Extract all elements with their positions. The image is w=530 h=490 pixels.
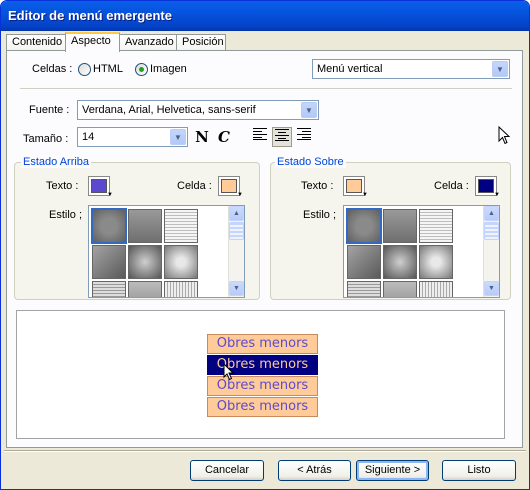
font-value: Verdana, Arial, Helvetica, sans-serif	[82, 104, 256, 116]
vertical-scrollbar[interactable]: ▲ ▼	[483, 206, 499, 297]
style-swatch[interactable]	[347, 281, 381, 297]
cells-image-radio[interactable]	[135, 63, 148, 76]
color-fill	[346, 179, 362, 193]
state-over-cell-label: Celda :	[434, 180, 469, 192]
menu-type-select[interactable]: Menú vertical ▼	[312, 59, 510, 79]
style-swatch[interactable]	[419, 245, 453, 279]
bold-button[interactable]: N	[192, 127, 212, 147]
style-swatch[interactable]	[383, 209, 417, 243]
state-over-style-label: Estilo ;	[303, 209, 337, 221]
mouse-cursor-icon	[223, 363, 235, 381]
style-swatch[interactable]	[164, 245, 198, 279]
mouse-pointer-icon	[498, 126, 511, 145]
caret-down-icon: ▼	[107, 192, 113, 198]
tab-posicion[interactable]: Posición	[176, 34, 226, 51]
style-swatch[interactable]	[164, 281, 198, 297]
footer-divider	[4, 450, 526, 452]
align-left-icon[interactable]	[250, 127, 270, 147]
state-over-text-label: Texto :	[301, 180, 334, 192]
style-swatch[interactable]	[383, 245, 417, 279]
state-up-text-label: Texto :	[46, 180, 79, 192]
state-up-cell-label: Celda :	[177, 180, 212, 192]
cells-html-label[interactable]: HTML	[93, 63, 123, 75]
state-up-legend: Estado Arriba	[21, 156, 92, 168]
cells-html-radio[interactable]	[78, 63, 91, 76]
tab-contenido[interactable]: Contenido	[6, 34, 66, 51]
state-over-cell-color-swatch[interactable]: ▼	[475, 176, 500, 198]
caret-down-icon: ▼	[237, 192, 243, 198]
chevron-down-icon[interactable]: ▼	[492, 61, 508, 77]
italic-button[interactable]: C	[214, 127, 234, 147]
vertical-scrollbar[interactable]: ▲ ▼	[228, 206, 244, 297]
align-right-icon[interactable]	[294, 127, 314, 147]
state-up-cell-color-swatch[interactable]: ▼	[218, 176, 243, 198]
state-up-text-color-swatch[interactable]: ▼	[88, 176, 113, 198]
preview-menu-item[interactable]: Obres menors	[207, 397, 318, 417]
style-swatch[interactable]	[164, 209, 198, 243]
color-fill	[478, 179, 494, 193]
style-swatch[interactable]	[128, 245, 162, 279]
scroll-up-icon[interactable]: ▲	[484, 206, 499, 221]
align-center-icon[interactable]	[272, 127, 292, 147]
chevron-down-icon[interactable]: ▼	[170, 129, 186, 145]
state-up-style-label: Estilo ;	[49, 209, 83, 221]
tab-avanzado[interactable]: Avanzado	[119, 34, 177, 51]
size-value: 14	[82, 131, 95, 143]
size-label: Tamaño :	[23, 133, 69, 145]
state-over-legend: Estado Sobre	[275, 156, 346, 168]
cancel-button[interactable]: Cancelar	[190, 460, 264, 481]
style-swatch[interactable]	[419, 209, 453, 243]
style-swatch[interactable]	[128, 281, 162, 297]
finish-button[interactable]: Listo	[442, 460, 516, 481]
scroll-thumb[interactable]	[484, 222, 499, 240]
scroll-down-icon[interactable]: ▼	[484, 281, 499, 296]
menu-type-value: Menú vertical	[317, 63, 383, 75]
caret-down-icon: ▼	[362, 192, 368, 198]
back-button[interactable]: < Atrás	[278, 460, 351, 481]
state-over-style-list[interactable]: ▲ ▼	[343, 205, 500, 298]
popup-menu-editor-dialog: Editor de menú emergente Contenido Aspec…	[0, 0, 530, 490]
style-swatch[interactable]	[92, 245, 126, 279]
style-swatch[interactable]	[383, 281, 417, 297]
font-select[interactable]: Verdana, Arial, Helvetica, sans-serif ▼	[77, 100, 319, 120]
title-bar: Editor de menú emergente	[1, 1, 529, 31]
style-swatch[interactable]	[419, 281, 453, 297]
style-swatch[interactable]	[347, 245, 381, 279]
scroll-down-icon[interactable]: ▼	[229, 281, 244, 296]
state-up-group: Estado Arriba Texto : ▼ Celda : ▼ Estilo…	[14, 156, 260, 300]
style-swatch[interactable]	[92, 281, 126, 297]
color-fill	[221, 179, 237, 193]
color-fill	[91, 179, 107, 193]
menu-preview: Obres menors Obres menors Obres menors O…	[16, 310, 505, 439]
state-over-group: Estado Sobre Texto : ▼ Celda : ▼ Estilo …	[270, 156, 511, 300]
tab-aspecto[interactable]: Aspecto	[65, 32, 120, 52]
style-swatch[interactable]	[346, 208, 382, 244]
next-button[interactable]: Siguiente >	[356, 460, 429, 481]
font-label: Fuente :	[29, 104, 70, 116]
state-up-style-list[interactable]: ▲ ▼	[88, 205, 245, 298]
style-swatch[interactable]	[91, 208, 127, 244]
state-over-text-color-swatch[interactable]: ▼	[343, 176, 368, 198]
cells-label: Celdas :	[32, 63, 73, 75]
style-swatch[interactable]	[128, 209, 162, 243]
chevron-down-icon[interactable]: ▼	[301, 102, 317, 118]
caret-down-icon: ▼	[494, 192, 500, 198]
divider	[20, 88, 512, 90]
scroll-thumb[interactable]	[229, 222, 244, 240]
preview-menu-item[interactable]: Obres menors	[207, 334, 318, 354]
scroll-up-icon[interactable]: ▲	[229, 206, 244, 221]
cells-image-label[interactable]: Imagen	[150, 63, 187, 75]
size-select[interactable]: 14 ▼	[77, 127, 188, 147]
